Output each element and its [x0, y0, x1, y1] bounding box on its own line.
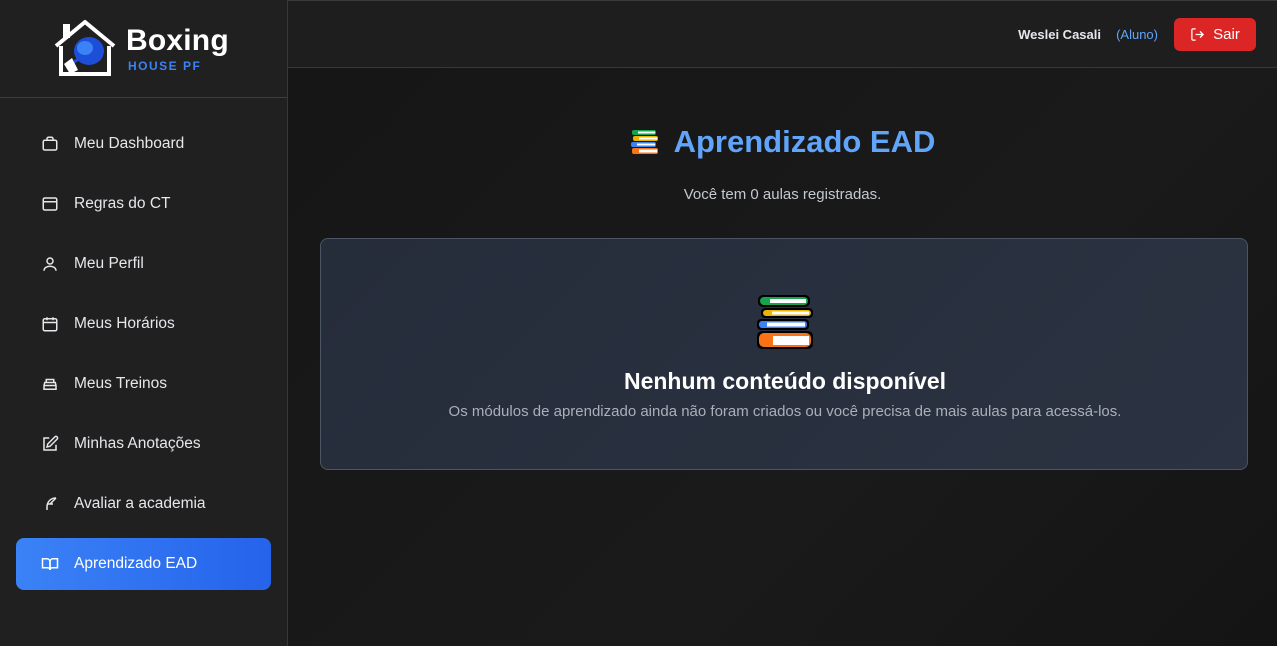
sidebar-item-label: Avaliar a academia — [74, 495, 206, 512]
sidebar-item-workouts[interactable]: Meus Treinos — [16, 358, 271, 410]
brand-name: Boxing — [126, 24, 229, 57]
user-role: (Aluno) — [1116, 27, 1158, 42]
books-icon — [757, 295, 813, 349]
sidebar-item-rate-gym[interactable]: Avaliar a academia — [16, 478, 271, 530]
logout-icon — [1190, 27, 1205, 42]
sidebar-item-schedule[interactable]: Meus Horários — [16, 298, 271, 350]
briefcase-icon — [40, 134, 60, 154]
empty-state-title: Nenhum conteúdo disponível — [623, 368, 946, 394]
boxing-glove-house-logo-icon — [54, 20, 116, 76]
edit-icon — [40, 434, 60, 454]
sidebar-item-label: Aprendizado EAD — [74, 555, 198, 572]
books-icon — [630, 130, 658, 154]
sidebar-item-label: Meus Horários — [74, 315, 175, 332]
dumbbell-icon — [40, 374, 60, 394]
sidebar-item-dashboard[interactable]: Meu Dashboard — [16, 118, 271, 170]
sidebar: Boxing HOUSE PF Meu Dashboard Regras do … — [0, 0, 288, 646]
user-name: Weslei Casali — [1018, 27, 1101, 42]
calendar-icon — [40, 314, 60, 334]
page-title-text: Aprendizado EAD — [673, 124, 936, 159]
brand-tagline: HOUSE PF — [128, 59, 202, 73]
sidebar-item-profile[interactable]: Meu Perfil — [16, 238, 271, 290]
sidebar-nav: Meu Dashboard Regras do CT Meu Perfil Me… — [16, 118, 271, 598]
top-header: Weslei Casali (Aluno) Sair — [288, 0, 1277, 68]
feather-icon — [40, 494, 60, 514]
sidebar-item-label: Meu Dashboard — [74, 135, 185, 152]
sidebar-item-notes[interactable]: Minhas Anotações — [16, 418, 271, 470]
book-open-icon — [40, 554, 60, 574]
lessons-count-text: Você tem 0 aulas registradas. — [683, 186, 882, 203]
sidebar-item-ead[interactable]: Aprendizado EAD — [16, 538, 271, 590]
sidebar-item-label: Meus Treinos — [74, 375, 168, 392]
empty-state-description: Os módulos de aprendizado ainda não fora… — [448, 403, 1122, 420]
window-icon — [40, 194, 60, 214]
sidebar-item-label: Meu Perfil — [74, 255, 144, 272]
page-title: Aprendizado EAD — [288, 124, 1277, 160]
empty-state-card: Nenhum conteúdo disponível Os módulos de… — [320, 238, 1248, 470]
logout-label: Sair — [1213, 26, 1240, 43]
logout-button[interactable]: Sair — [1174, 18, 1256, 51]
main-content: Aprendizado EAD Você tem 0 aulas registr… — [288, 68, 1277, 646]
user-icon — [40, 254, 60, 274]
sidebar-item-label: Regras do CT — [74, 195, 171, 212]
sidebar-item-label: Minhas Anotações — [74, 435, 201, 452]
brand-logo[interactable]: Boxing HOUSE PF — [0, 0, 287, 98]
sidebar-item-rules[interactable]: Regras do CT — [16, 178, 271, 230]
